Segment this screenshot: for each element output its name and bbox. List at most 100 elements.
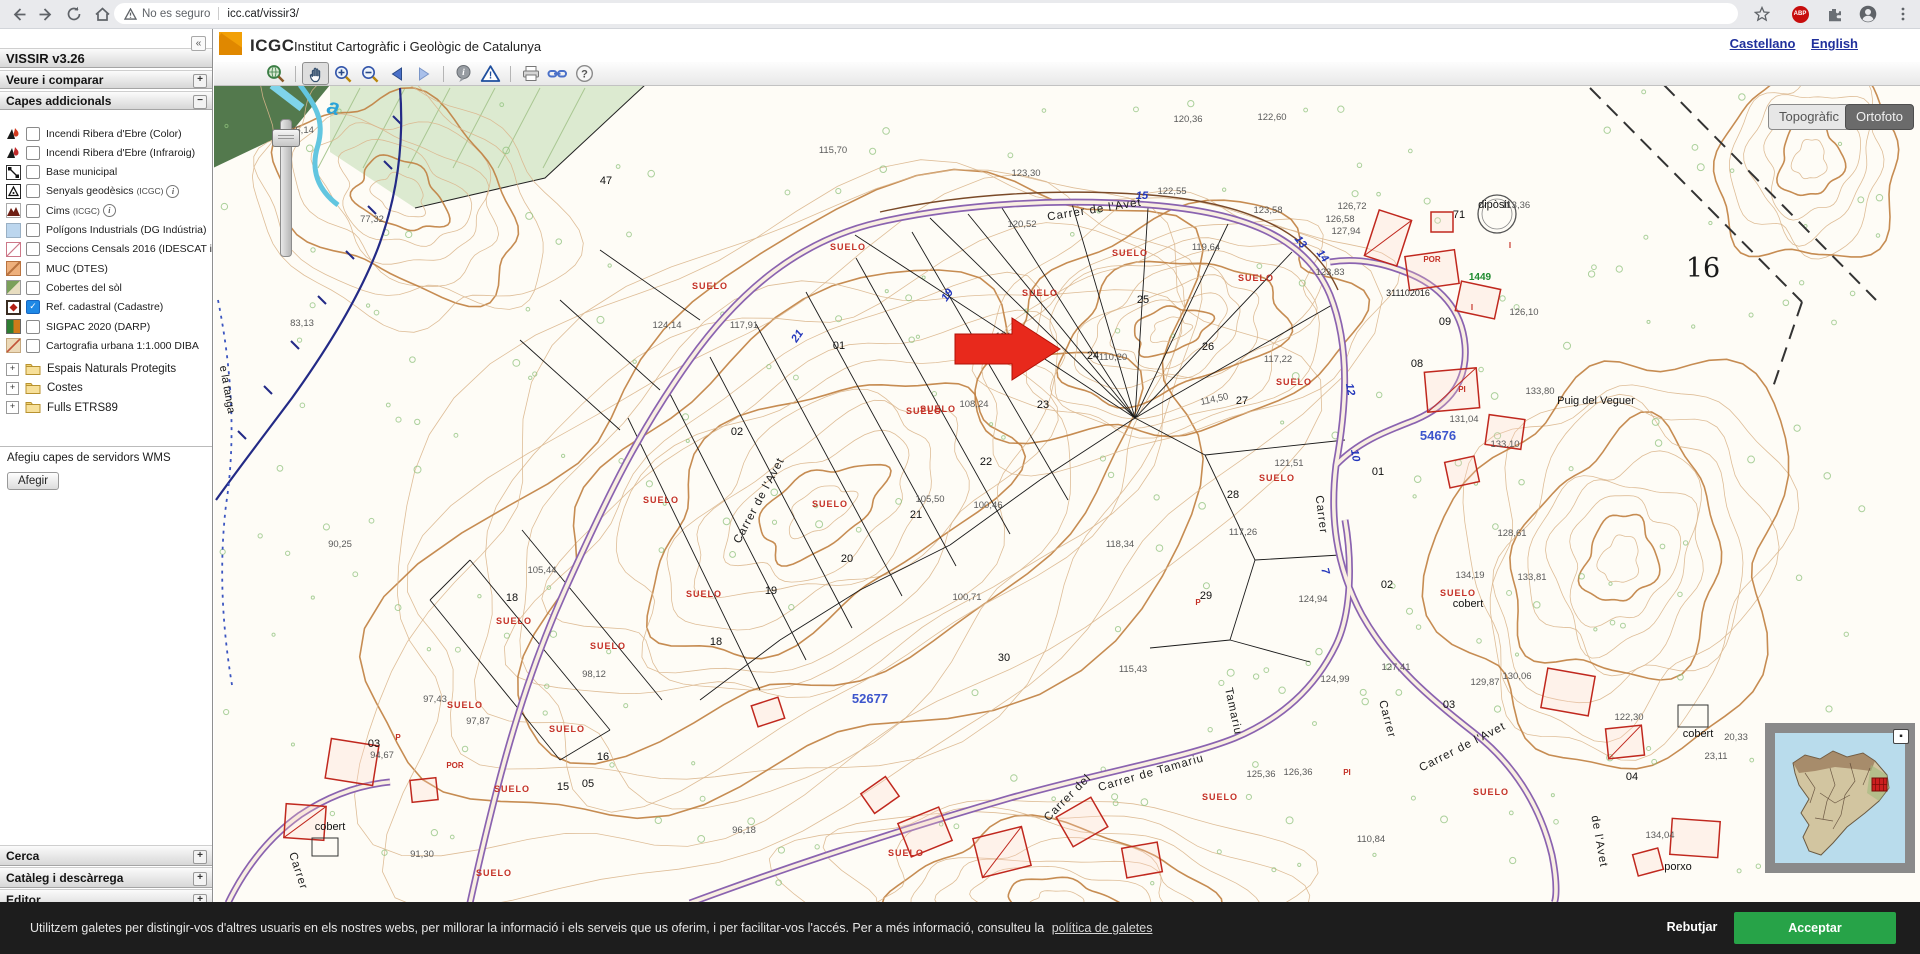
- svg-text:Puig del Veguer: Puig del Veguer: [1557, 395, 1635, 407]
- layer-checkbox[interactable]: ✓: [26, 300, 40, 314]
- reject-cookies-button[interactable]: Rebutjar: [1660, 919, 1724, 935]
- svg-text:117,91: 117,91: [730, 320, 758, 331]
- info-icon[interactable]: i: [103, 204, 116, 217]
- svg-text:SUELO: SUELO: [812, 499, 848, 509]
- svg-text:15: 15: [557, 781, 569, 793]
- svg-text:123,83: 123,83: [1315, 267, 1344, 278]
- info-tool-icon[interactable]: i: [450, 62, 477, 85]
- cookie-policy-link[interactable]: política de galetes: [1052, 921, 1153, 935]
- layer-checkbox[interactable]: [26, 242, 40, 256]
- layer-checkbox[interactable]: [26, 127, 40, 141]
- layer-checkbox[interactable]: [26, 262, 40, 276]
- section-capes-addicionals[interactable]: Capes addicionals −: [0, 91, 212, 110]
- expand-icon[interactable]: +: [193, 872, 207, 886]
- bookmark-star-icon[interactable]: [1752, 4, 1772, 24]
- svg-text:SUELO: SUELO: [1202, 792, 1238, 802]
- zoom-in-tool-icon[interactable]: [329, 62, 356, 85]
- forward-icon[interactable]: [36, 4, 56, 24]
- expand-icon[interactable]: +: [193, 850, 207, 864]
- adblock-icon[interactable]: ABP: [1790, 4, 1810, 24]
- home-icon[interactable]: [92, 4, 112, 24]
- expand-icon[interactable]: +: [193, 74, 207, 88]
- back-icon[interactable]: [8, 4, 28, 24]
- brand-subtitle: Institut Cartogràfic i Geològic de Catal…: [294, 39, 541, 54]
- svg-text:03: 03: [1443, 699, 1455, 711]
- layer-checkbox[interactable]: [26, 281, 40, 295]
- layer-checkbox[interactable]: [26, 184, 40, 198]
- browser-menu-icon[interactable]: [1893, 4, 1913, 24]
- expand-icon[interactable]: +: [6, 382, 19, 395]
- lang-english[interactable]: English: [1811, 36, 1858, 51]
- next-view-tool-icon[interactable]: [410, 62, 437, 85]
- svg-text:21: 21: [910, 509, 922, 521]
- peaks-icon: [6, 203, 21, 218]
- svg-text:131,04: 131,04: [1449, 414, 1478, 425]
- svg-text:91,30: 91,30: [410, 849, 434, 860]
- svg-text:128,61: 128,61: [1497, 528, 1526, 539]
- svg-text:133,81: 133,81: [1517, 572, 1546, 583]
- layer-checkbox[interactable]: [26, 339, 40, 353]
- security-label: No es seguro: [142, 8, 210, 20]
- svg-text:05: 05: [582, 778, 594, 790]
- folder-icon: [25, 381, 41, 396]
- topographic-map[interactable]: Carrer de l'AvetCarrer de l'AvetCarrer d…: [214, 85, 1920, 954]
- collapse-icon[interactable]: −: [193, 95, 207, 109]
- svg-text:19: 19: [765, 585, 777, 597]
- layer-checkbox[interactable]: [26, 223, 40, 237]
- folder-row-costes[interactable]: +Costes: [0, 379, 212, 398]
- map-canvas[interactable]: Carrer de l'AvetCarrer de l'AvetCarrer d…: [214, 85, 1920, 954]
- icgc-logo: [219, 32, 242, 55]
- previous-view-tool-icon[interactable]: [383, 62, 410, 85]
- profile-icon[interactable]: [1858, 4, 1878, 24]
- basemap-ortofoto-button[interactable]: Ortofoto: [1845, 104, 1914, 130]
- overview-minimap[interactable]: ▪: [1765, 723, 1915, 873]
- svg-text:SUELO: SUELO: [1112, 248, 1148, 258]
- layer-label: Base municipal: [46, 166, 117, 178]
- info-icon[interactable]: i: [166, 185, 179, 198]
- map-toolbar: i!?: [214, 62, 1920, 86]
- svg-text:04: 04: [1626, 771, 1638, 783]
- basemap-topografic-button[interactable]: Topogràfic: [1768, 104, 1850, 130]
- permalink-tool-icon[interactable]: [544, 62, 571, 85]
- print-tool-icon[interactable]: [517, 62, 544, 85]
- svg-text:25: 25: [1137, 294, 1149, 306]
- help-tool-icon[interactable]: ?: [571, 62, 598, 85]
- section-cerca[interactable]: Cerca+: [0, 845, 212, 866]
- expand-icon[interactable]: +: [6, 363, 19, 376]
- svg-text:47: 47: [600, 175, 612, 187]
- extensions-icon[interactable]: [1825, 4, 1845, 24]
- zoom-initial-tool-icon[interactable]: [262, 62, 289, 85]
- section-cataleg-i-descarrega[interactable]: Catàleg i descàrrega+: [0, 867, 212, 888]
- accept-cookies-button[interactable]: Acceptar: [1734, 912, 1896, 944]
- layer-checkbox[interactable]: [26, 320, 40, 334]
- folder-row-fulls-etrs89[interactable]: +Fulls ETRS89: [0, 398, 212, 417]
- expand-icon[interactable]: +: [6, 401, 19, 414]
- layer-checkbox[interactable]: [26, 146, 40, 160]
- sidebar-collapse-button[interactable]: «: [191, 36, 206, 51]
- address-divider: [218, 7, 219, 20]
- add-wms-button[interactable]: Afegir: [7, 472, 59, 490]
- layer-label: Cims: [46, 205, 70, 217]
- svg-text:08: 08: [1411, 358, 1423, 370]
- address-bar[interactable]: No es seguro icc.cat/vissir3/: [114, 3, 1738, 24]
- zoom-slider-track[interactable]: [280, 119, 292, 257]
- svg-text:i: i: [462, 68, 465, 78]
- zoom-slider-handle[interactable]: [272, 129, 300, 147]
- warning-tool-icon[interactable]: !: [477, 62, 504, 85]
- minimap-catalonia: [1775, 733, 1905, 863]
- svg-text:SUELO: SUELO: [447, 700, 483, 710]
- pan-tool-icon[interactable]: [302, 62, 329, 85]
- reload-icon[interactable]: [64, 4, 84, 24]
- layer-checkbox[interactable]: [26, 204, 40, 218]
- layer-label: Cobertes del sòl: [46, 282, 122, 294]
- zoom-out-tool-icon[interactable]: [356, 62, 383, 85]
- minimap-collapse-button[interactable]: ▪: [1893, 729, 1909, 744]
- lang-castellano[interactable]: Castellano: [1730, 36, 1796, 51]
- sigpac-icon: [6, 319, 21, 334]
- layer-checkbox[interactable]: [26, 165, 40, 179]
- svg-text:90,25: 90,25: [328, 539, 352, 550]
- section-veure-i-comparar[interactable]: Veure i comparar +: [0, 70, 212, 89]
- sidebar: « VISSIR v3.26 Veure i comparar + Capes …: [0, 28, 213, 954]
- folder-label: Espais Naturals Protegits: [47, 363, 176, 375]
- folder-row-espais-naturals-protegits[interactable]: + Espais Naturals Protegits: [0, 360, 212, 379]
